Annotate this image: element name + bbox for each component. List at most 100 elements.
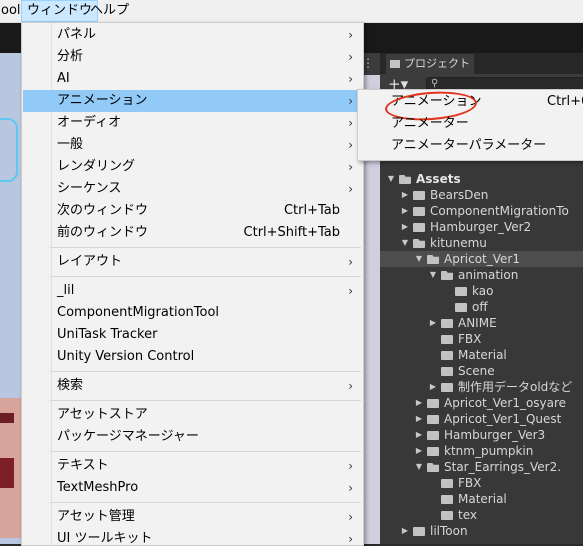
project-tree: ▼ Assets ▶ BearsDen ▶ ComponentMigrationTo ▶ Ha… [380,171,583,539]
menu-item[interactable]: 分析 › [23,46,362,68]
folder-icon [399,175,411,184]
tab-project[interactable]: プロジェクト [386,54,474,74]
menu-item[interactable]: 次のウィンドウ Ctrl+Tab [23,200,362,222]
tree-row-label: FBX [458,332,482,346]
tree-row[interactable]: ▼ kitunemu [380,235,583,251]
tree-row[interactable]: ▶ 制作用データoldなど [380,379,583,395]
collapse-arrow-icon[interactable]: ▶ [400,203,410,219]
menu-item[interactable]: 前のウィンドウ Ctrl+Shift+Tab [23,222,362,244]
collapse-arrow-icon[interactable]: ▶ [414,395,424,411]
menu-item[interactable]: パッケージマネージャー [23,426,362,448]
tree-row[interactable]: ▶ Hamburger_Ver3 [380,427,583,443]
menu-item[interactable]: レイアウト › [23,251,362,273]
search-icon: ⚲ [431,78,439,89]
folder-icon [413,191,425,200]
submenu-item[interactable]: アニメーターパラメーター [359,135,583,157]
collapse-arrow-icon[interactable]: ▶ [428,379,438,395]
tree-row[interactable]: ▶ ANIME [380,315,583,331]
chevron-right-icon: › [348,481,353,495]
menu-item-label: 一般 [57,137,84,152]
tree-row-label: kitunemu [430,236,487,250]
tree-row[interactable]: ▶ Hamburger_Ver2 [380,219,583,235]
menu-item[interactable]: 一般 › [23,134,362,156]
tree-row-label: Material [458,348,507,362]
expand-arrow-icon[interactable]: ▼ [414,459,424,475]
menu-item[interactable]: アニメーション › [23,90,362,112]
expand-arrow-icon[interactable]: ▼ [414,251,424,267]
menu-item[interactable]: レンダリング › [23,156,362,178]
tree-row[interactable]: FBX [380,331,583,347]
collapse-arrow-icon[interactable]: ▶ [400,187,410,203]
tree-row[interactable]: ▶ Apricot_Ver1_osyare [380,395,583,411]
tree-row[interactable]: ▶ BearsDen [380,187,583,203]
menu-item[interactable]: AI › [23,68,362,90]
menu-item-label: ComponentMigrationTool [57,305,220,320]
submenu-item[interactable]: アニメーター [359,113,583,135]
tree-row[interactable]: ▼ animation [380,267,583,283]
tab-project-label: プロジェクト [404,57,470,70]
expand-arrow-icon[interactable]: ▼ [386,171,396,187]
folder-icon [441,335,453,344]
menu-item[interactable]: _lil › [23,280,362,302]
submenu-item-label: アニメーター [391,116,469,131]
tree-row[interactable]: ▶ ktnm_pumpkin [380,443,583,459]
menu-help[interactable]: ヘルプ [85,0,134,22]
tree-row[interactable]: kao [380,283,583,299]
chevron-right-icon: › [348,138,353,152]
collapse-arrow-icon[interactable]: ▶ [428,315,438,331]
menu-item[interactable]: UI ツールキット › [23,528,362,545]
tree-row-label: Material [458,492,507,506]
menu-item[interactable]: シーケンス › [23,178,362,200]
folder-icon [413,207,425,216]
tree-row-label: Assets [416,172,461,186]
menu-item[interactable]: テキスト › [23,455,362,477]
gizmo-ring [0,118,18,182]
menu-separator [50,400,361,401]
menu-item[interactable]: UniTask Tracker [23,324,362,346]
chevron-right-icon: › [348,28,353,42]
menu-item[interactable]: パネル › [23,24,362,46]
avatar-detail-2 [0,458,14,488]
tree-row[interactable]: Material [380,491,583,507]
collapse-arrow-icon[interactable]: ▶ [400,219,410,235]
tree-row[interactable]: FBX [380,475,583,491]
expand-arrow-icon[interactable]: ▼ [400,235,410,251]
tree-row[interactable]: Material [380,347,583,363]
tree-row[interactable]: ▼ Assets [380,171,583,187]
menu-separator [50,276,361,277]
folder-icon [413,223,425,232]
collapse-arrow-icon[interactable]: ▶ [414,427,424,443]
menu-item[interactable]: ComponentMigrationTool [23,302,362,324]
collapse-arrow-icon[interactable]: ▶ [414,443,424,459]
tree-row[interactable]: tex [380,507,583,523]
tree-row-label: ComponentMigrationTo [430,204,569,218]
menu-separator [50,371,361,372]
tree-row-label: FBX [458,476,482,490]
folder-icon [427,431,439,440]
menu-item[interactable]: 検索 › [23,375,362,397]
tree-row[interactable]: ▶ ComponentMigrationTo [380,203,583,219]
tree-row-label: Apricot_Ver1_osyare [444,396,567,410]
tree-row[interactable]: Scene [380,363,583,379]
animation-submenu: アニメーションCtrl+6アニメーターアニメーターパラメーター [357,88,583,161]
menu-item[interactable]: アセットストア [23,404,362,426]
submenu-item[interactable]: アニメーションCtrl+6 [359,88,583,124]
tree-row[interactable]: ▶ lilToon [380,523,583,539]
tree-row[interactable]: off [380,299,583,315]
menu-item[interactable]: アセット管理 › [23,506,362,528]
folder-icon [441,479,453,488]
chevron-right-icon: › [348,116,353,130]
expand-arrow-icon[interactable]: ▼ [428,267,438,283]
tree-row-label: kao [472,284,494,298]
folder-icon [413,239,425,248]
collapse-arrow-icon[interactable]: ▶ [400,523,410,539]
tree-row[interactable]: ▼ Star_Earrings_Ver2. [380,459,583,475]
tree-row-label: Apricot_Ver1_Quest [444,412,562,426]
menu-item[interactable]: オーディオ › [23,112,362,134]
menu-item[interactable]: Unity Version Control [23,346,362,368]
menu-item[interactable]: TextMeshPro › [23,477,362,499]
tree-row[interactable]: ▶ Apricot_Ver1_Quest [380,411,583,427]
tree-row-label: tex [458,508,477,522]
tree-row[interactable]: ▼ Apricot_Ver1 [380,251,583,267]
collapse-arrow-icon[interactable]: ▶ [414,411,424,427]
